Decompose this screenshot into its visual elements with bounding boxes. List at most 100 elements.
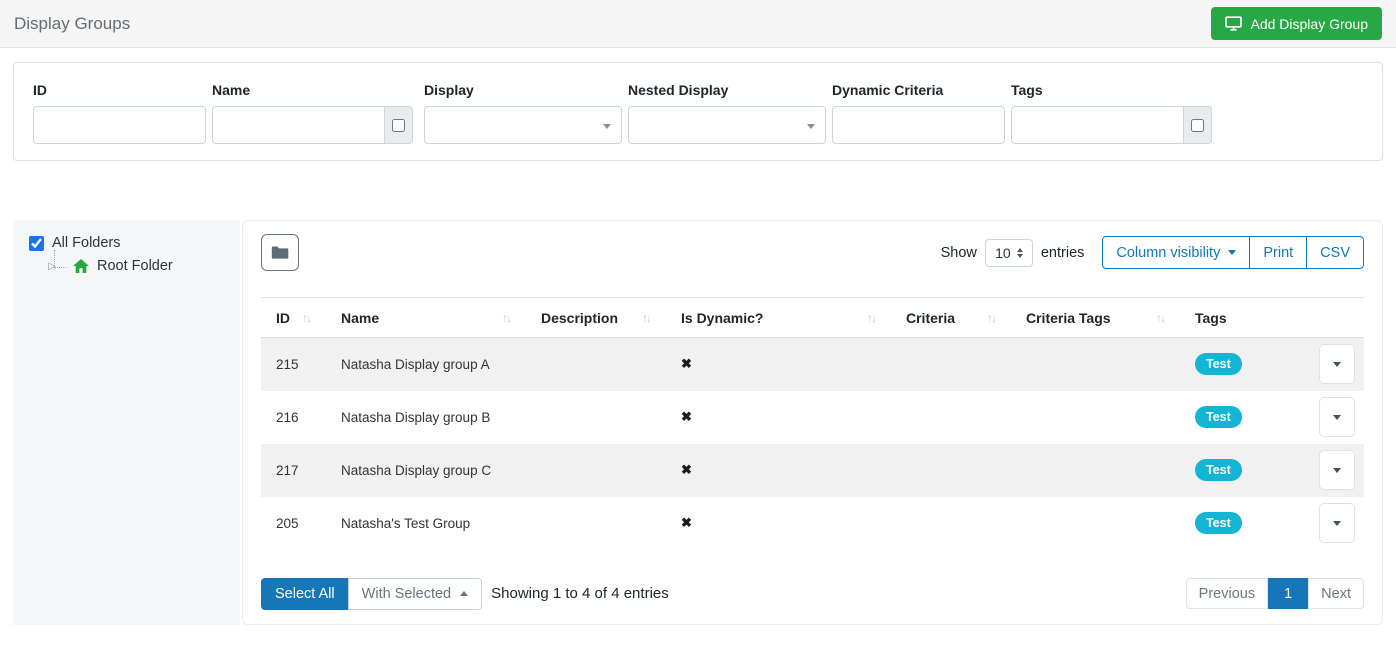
filter-dynamic-criteria-label: Dynamic Criteria — [832, 82, 944, 98]
row-actions-dropdown-button[interactable] — [1319, 503, 1355, 543]
toggle-folder-tree-button[interactable] — [261, 234, 299, 271]
column-header-criteria_tags[interactable]: Criteria Tags ↑↓ — [1011, 297, 1180, 338]
filter-tags-exact-checkbox[interactable] — [1191, 118, 1204, 132]
cell-criteria-tags — [1011, 391, 1180, 444]
tag-badge: Test — [1195, 512, 1242, 534]
showing-entries-text: Showing 1 to 4 of 4 entries — [491, 585, 669, 602]
column-header-description[interactable]: Description ↑↓ — [526, 297, 666, 338]
table-row: 216 Natasha Display group B ✖ Test — [261, 391, 1364, 444]
display-groups-table: ID ↑↓ Name ↑↓ Description ↑↓ Is Dynamic? ↑↓ Crit… — [261, 297, 1364, 550]
all-folders-item[interactable]: All Folders — [29, 235, 224, 251]
cell-actions — [1306, 391, 1364, 444]
pagination-previous-button[interactable]: Previous — [1185, 578, 1269, 609]
column-header-id[interactable]: ID ↑↓ — [261, 297, 326, 338]
pagination-next-button[interactable]: Next — [1308, 578, 1364, 609]
table-header: ID ↑↓ Name ↑↓ Description ↑↓ Is Dynamic? ↑↓ Crit… — [261, 297, 1364, 338]
cell-criteria-tags — [1011, 444, 1180, 497]
monitor-icon — [1225, 16, 1243, 31]
cell-description — [526, 497, 666, 550]
pagination-page-button[interactable]: 1 — [1268, 578, 1309, 609]
column-label: Name — [341, 309, 380, 326]
cell-id: 216 — [276, 409, 299, 425]
filter-nested-display-select[interactable] — [628, 106, 826, 144]
tree-expand-icon[interactable]: ▷ — [48, 261, 56, 272]
page-length-value: 10 — [995, 244, 1011, 261]
sort-up-down-icon[interactable]: ↑↓ — [642, 311, 656, 325]
filter-display: Display — [424, 82, 622, 144]
filter-tags-label: Tags — [1011, 82, 1043, 98]
cell-criteria-tags — [1011, 497, 1180, 550]
tag-badge: Test — [1195, 406, 1242, 428]
column-label: ID — [276, 309, 290, 326]
cell-description — [526, 338, 666, 391]
sort-up-down-icon[interactable]: ↑↓ — [867, 311, 881, 325]
row-actions-dropdown-button[interactable] — [1319, 397, 1355, 437]
folder-icon — [271, 245, 289, 260]
all-folders-checkbox[interactable] — [29, 235, 44, 251]
pagination-pages: 1 — [1268, 578, 1309, 609]
sort-up-down-icon[interactable]: ↑↓ — [302, 311, 316, 325]
row-actions-dropdown-button[interactable] — [1319, 450, 1355, 490]
filter-display-select[interactable] — [424, 106, 622, 144]
cell-tags: Test — [1180, 497, 1306, 550]
column-header-tags: Tags — [1180, 297, 1306, 338]
sort-up-down-icon[interactable]: ↑↓ — [502, 311, 516, 325]
column-header-name[interactable]: Name ↑↓ — [326, 297, 526, 338]
sort-up-down-icon[interactable]: ↑↓ — [1156, 311, 1170, 325]
table-row: 205 Natasha's Test Group ✖ Test — [261, 497, 1364, 550]
column-label: Description — [541, 309, 619, 326]
print-button[interactable]: Print — [1249, 236, 1308, 269]
sort-up-down-icon[interactable]: ↑↓ — [987, 311, 1001, 325]
cell-id: 215 — [276, 356, 299, 372]
cell-criteria — [891, 338, 1011, 391]
column-label: Is Dynamic? — [681, 309, 764, 326]
filter-nested-display: Nested Display — [628, 82, 826, 144]
chevron-down-icon — [1333, 467, 1341, 473]
spinner-icon — [1016, 247, 1023, 258]
cell-name: Natasha's Test Group — [341, 515, 471, 531]
with-selected-label: With Selected — [361, 585, 452, 602]
row-actions-dropdown-button[interactable] — [1319, 344, 1355, 385]
column-visibility-button[interactable]: Column visibility — [1102, 236, 1251, 269]
cell-name: Natasha Display group C — [341, 462, 492, 478]
home-icon — [73, 259, 89, 273]
x-mark-icon: ✖ — [681, 462, 692, 477]
filter-id-input[interactable] — [33, 106, 206, 144]
root-folder-label: Root Folder — [97, 258, 173, 274]
filter-display-label: Display — [424, 82, 474, 98]
cell-is-dynamic: ✖ — [666, 497, 891, 550]
filter-tags-exact-addon — [1184, 106, 1212, 144]
cell-actions — [1306, 497, 1364, 550]
filter-name-exact-checkbox[interactable] — [392, 118, 405, 132]
page-title: Display Groups — [14, 13, 131, 33]
cell-tags: Test — [1180, 444, 1306, 497]
filter-name-input[interactable] — [212, 106, 385, 144]
filter-dynamic-criteria-input[interactable] — [832, 106, 1005, 144]
cell-criteria — [891, 497, 1011, 550]
chevron-up-icon — [460, 591, 469, 596]
csv-button[interactable]: CSV — [1306, 236, 1364, 269]
cell-id: 217 — [276, 462, 299, 478]
cell-criteria — [891, 391, 1011, 444]
card-footer: Select All With Selected Showing 1 to 4 … — [261, 577, 1364, 610]
table-header-row: ID ↑↓ Name ↑↓ Description ↑↓ Is Dynamic? ↑↓ Crit… — [261, 297, 1364, 338]
csv-label: CSV — [1320, 244, 1350, 261]
cell-actions — [1306, 444, 1364, 497]
column-label: Criteria — [906, 309, 956, 326]
cell-id: 205 — [276, 515, 299, 531]
content-area: All Folders ▷ Root Folder Show 10 entrie… — [13, 220, 1383, 625]
filter-name-exact-addon — [385, 106, 413, 144]
column-header-criteria[interactable]: Criteria ↑↓ — [891, 297, 1011, 338]
add-display-group-button[interactable]: Add Display Group — [1211, 7, 1382, 40]
page-length-select[interactable]: 10 — [984, 238, 1033, 267]
with-selected-dropup-button[interactable]: With Selected — [347, 577, 483, 610]
display-groups-card: Show 10 entries Column visibility Print — [242, 220, 1383, 625]
root-folder-item[interactable]: ▷ Root Folder — [48, 250, 224, 274]
column-header-actions — [1306, 297, 1364, 338]
column-header-is_dynamic[interactable]: Is Dynamic? ↑↓ — [666, 297, 891, 338]
chevron-down-icon — [807, 124, 815, 129]
filter-tags-input[interactable] — [1011, 106, 1184, 144]
filter-name-label: Name — [212, 82, 251, 98]
select-all-button[interactable]: Select All — [261, 577, 349, 610]
column-visibility-label: Column visibility — [1116, 244, 1221, 261]
